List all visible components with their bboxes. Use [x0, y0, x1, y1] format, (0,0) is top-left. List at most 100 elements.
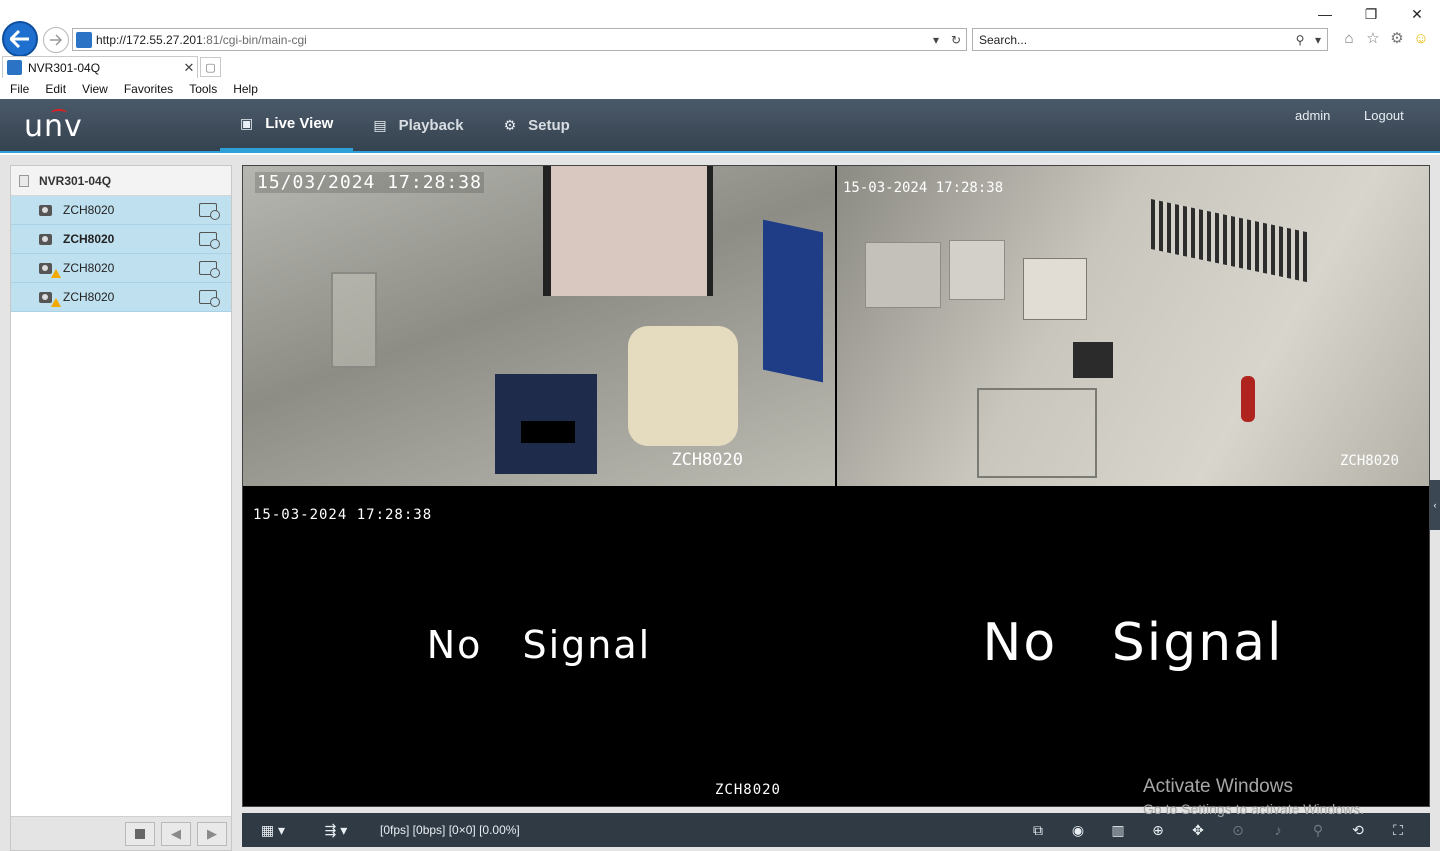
fit-window-icon: ⧉	[1033, 821, 1043, 838]
activate-windows-hint: Go to Settings to activate Windows.	[1143, 801, 1364, 817]
tab-setup[interactable]: ⚙ Setup	[484, 99, 590, 151]
talk-button[interactable]: ⚲	[1306, 820, 1330, 840]
grid-layout-icon: ▦ ▾	[260, 821, 286, 838]
new-tab-button[interactable]: ▢	[200, 57, 221, 77]
arrow-right-icon: ▶	[207, 826, 217, 841]
record-icon[interactable]	[199, 203, 220, 220]
film-icon: ▤	[373, 116, 387, 133]
restore-icon[interactable]: ❐	[1348, 2, 1394, 26]
3d-zoom-icon: ⟲	[1352, 821, 1364, 838]
collapse-panel-tab[interactable]: ‹	[1430, 480, 1440, 530]
activate-windows-watermark: Activate Windows	[1143, 776, 1293, 797]
osd-camera-name: ZCH8020	[1339, 453, 1399, 469]
address-url[interactable]: http://172.55.27.201:81/cgi-bin/main-cgi	[96, 33, 926, 47]
fit-window-button[interactable]: ⧉	[1026, 820, 1050, 840]
menu-favorites[interactable]: Favorites	[124, 82, 173, 96]
arrow-right-icon	[50, 34, 63, 46]
record-icon[interactable]	[199, 290, 220, 307]
next-page-button[interactable]: ▶	[197, 822, 227, 846]
logout-link[interactable]: Logout	[1364, 108, 1404, 123]
back-button[interactable]	[2, 21, 38, 57]
device-tree: NVR301-04Q ZCH8020 ZCH8020 ZCH8020 ZCH80…	[10, 165, 232, 851]
device-node[interactable]: NVR301-04Q	[11, 166, 231, 196]
gear-icon[interactable]: ⚙	[1388, 29, 1406, 47]
favorites-star-icon[interactable]: ☆	[1364, 29, 1382, 47]
video-pane-1[interactable]: 15/03/2024 17:28:38 ZCH8020	[243, 166, 835, 486]
stream-status: [0fps] [0bps] [0×0] [0.00%]	[380, 823, 520, 837]
layout-button[interactable]: ▦ ▾	[254, 820, 292, 840]
ptz-button[interactable]: ✥	[1186, 820, 1210, 840]
search-icon[interactable]: ⚲	[1291, 33, 1309, 47]
camera-feed-shelf	[331, 272, 377, 368]
site-icon	[76, 31, 92, 48]
tab-label: Setup	[528, 116, 570, 134]
camera-name: ZCH8020	[63, 290, 115, 304]
fullscreen-button[interactable]: ⛶	[1386, 820, 1410, 840]
stream-button[interactable]: ⇶ ▾	[316, 820, 356, 840]
browser-tab[interactable]: NVR301-04Q ✕	[2, 56, 198, 78]
camera-feed-chair	[628, 326, 738, 446]
dropdown-icon[interactable]: ▾	[926, 33, 946, 47]
tab-close-icon[interactable]: ✕	[181, 60, 197, 76]
osd-camera-name: ZCH8020	[714, 782, 781, 798]
video-grid: 15/03/2024 17:28:38 ZCH8020 15-03-2024 1…	[242, 165, 1430, 807]
camera-item-4[interactable]: ZCH8020	[11, 283, 231, 312]
refresh-icon[interactable]: ↻	[946, 33, 966, 47]
video-pane-4[interactable]: No Signal	[837, 488, 1429, 806]
clapper-icon: ▥	[1111, 821, 1125, 838]
warning-icon	[51, 298, 61, 307]
url-host: http://172.55.27.201	[96, 32, 203, 47]
search-input[interactable]: Search... ⚲ ▾	[972, 28, 1328, 51]
stop-icon	[135, 829, 145, 839]
camera-feed-redaction	[521, 421, 575, 443]
camera-name: ZCH8020	[63, 261, 115, 275]
playback-button[interactable]: ⊙	[1226, 820, 1250, 840]
close-icon[interactable]: ✕	[1394, 2, 1440, 26]
camera-icon	[39, 204, 52, 216]
camera-feed-board	[763, 219, 823, 383]
user-name[interactable]: admin	[1295, 108, 1330, 123]
video-pane-2[interactable]: 15-03-2024 17:28:38 ZCH8020	[837, 166, 1429, 486]
digital-zoom-button[interactable]: ⊕	[1146, 820, 1170, 840]
ptz-icon: ✥	[1192, 821, 1204, 838]
menu-view[interactable]: View	[82, 82, 108, 96]
3d-zoom-button[interactable]: ⟲	[1346, 820, 1370, 840]
monitor-icon: ▣	[240, 115, 254, 131]
menu-bar: File Edit View Favorites Tools Help	[0, 78, 1440, 99]
camera-item-3[interactable]: ZCH8020	[11, 254, 231, 283]
camera-feed	[837, 166, 1429, 486]
snapshot-button[interactable]: ◉	[1066, 820, 1090, 840]
camera-feed-distribution-board	[1023, 258, 1087, 320]
tab-live-view[interactable]: ▣ Live View	[220, 99, 354, 151]
camera-feed-panel	[865, 242, 941, 308]
record-clip-button[interactable]: ▥	[1106, 820, 1130, 840]
record-icon[interactable]	[199, 261, 220, 278]
tab-favicon-icon	[7, 60, 22, 75]
camera-item-2[interactable]: ZCH8020	[11, 225, 231, 254]
home-icon[interactable]: ⌂	[1340, 29, 1358, 47]
menu-help[interactable]: Help	[233, 82, 258, 96]
camera-item-1[interactable]: ZCH8020	[11, 196, 231, 225]
address-bar[interactable]: http://172.55.27.201:81/cgi-bin/main-cgi…	[72, 28, 967, 51]
menu-edit[interactable]: Edit	[45, 82, 66, 96]
tab-playback[interactable]: ▤ Playback	[353, 99, 483, 151]
record-icon[interactable]	[199, 232, 220, 249]
camera-name: ZCH8020	[63, 232, 115, 246]
forward-button[interactable]	[43, 27, 69, 53]
arrow-left-icon	[10, 30, 29, 48]
prev-page-button[interactable]: ◀	[161, 822, 191, 846]
no-signal-message: No Signal	[982, 613, 1284, 673]
url-path: :81/cgi-bin/main-cgi	[202, 32, 307, 47]
menu-file[interactable]: File	[10, 82, 29, 96]
search-dropdown-icon[interactable]: ▾	[1309, 33, 1327, 47]
video-pane-3[interactable]: 15-03-2024 17:28:38 No Signal ZCH8020	[243, 488, 835, 806]
microphone-icon: ⚲	[1312, 821, 1324, 838]
zoom-icon: ⊕	[1152, 821, 1164, 838]
sidebar-footer: ◀ ▶	[11, 816, 231, 850]
menu-tools[interactable]: Tools	[189, 82, 217, 96]
minimize-icon[interactable]: —	[1302, 2, 1348, 26]
smiley-icon[interactable]: ☺	[1412, 29, 1430, 47]
stop-all-button[interactable]	[125, 822, 155, 846]
audio-button[interactable]: ♪	[1266, 820, 1290, 840]
camera-name: ZCH8020	[63, 203, 115, 217]
